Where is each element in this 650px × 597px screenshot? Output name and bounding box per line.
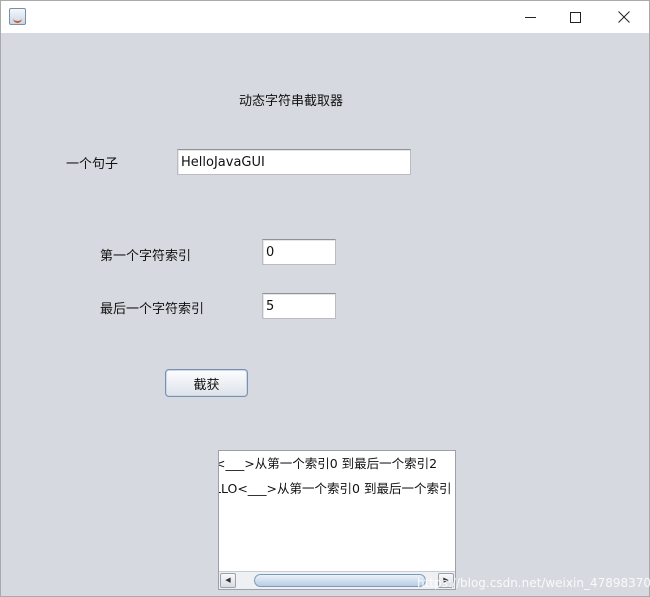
close-icon [618,11,630,23]
minimize-button[interactable] [506,1,554,33]
watermark-text: https://blog.csdn.net/weixin_47898370 [417,576,650,590]
title-bar[interactable] [1,1,649,33]
result-scroll-pane[interactable]: <___>从第一个索引0 到最后一个索引2 LLO<___>从第一个索引0 到最… [218,450,456,590]
scroll-thumb[interactable] [254,574,426,587]
result-text-area[interactable]: <___>从第一个索引0 到最后一个索引2 LLO<___>从第一个索引0 到最… [219,451,455,571]
capture-button[interactable]: 截获 [165,369,248,397]
java-app-icon [9,8,26,25]
maximize-button[interactable] [551,1,599,33]
scroll-left-arrow-icon[interactable]: ◀ [220,573,236,588]
sentence-input[interactable] [177,149,411,175]
first-index-input[interactable] [262,239,336,265]
sentence-label: 一个句子 [66,157,119,172]
result-line: LLO<___>从第一个索引0 到最后一个索引 [219,481,452,496]
result-line: <___>从第一个索引0 到最后一个索引2 [219,456,438,471]
minimize-icon [524,16,536,18]
capture-button-label: 截获 [193,377,220,393]
close-button[interactable] [600,1,648,33]
last-index-input[interactable] [262,293,336,319]
page-title: 动态字符串截取器 [239,94,344,109]
first-index-label: 第一个字符索引 [100,249,192,264]
maximize-icon [569,11,581,23]
content-panel: 动态字符串截取器 一个句子 第一个字符索引 最后一个字符索引 截获 <___>从… [1,33,650,596]
last-index-label: 最后一个字符索引 [100,302,205,317]
app-window: 动态字符串截取器 一个句子 第一个字符索引 最后一个字符索引 截获 <___>从… [0,0,650,597]
